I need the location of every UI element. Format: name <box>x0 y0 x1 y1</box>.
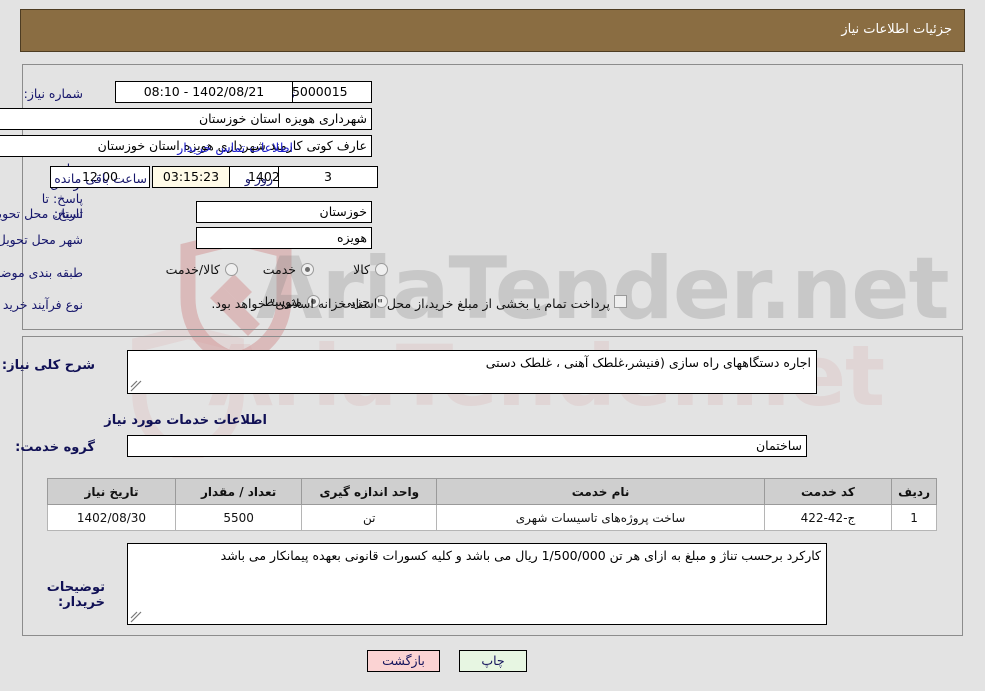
page-title: جزئیات اطلاعات نیاز <box>841 22 952 37</box>
category-option-label-khedmat: خدمت <box>262 262 296 277</box>
print-button[interactable]: چاپ <box>459 650 527 672</box>
category-radio-khedmat[interactable] <box>301 263 314 276</box>
services-section-heading: اطلاعات خدمات مورد نیاز <box>104 413 267 428</box>
category-label: طبقه بندی موضوعی: <box>0 265 83 280</box>
general-description-label: شرح کلی نیاز: <box>1 358 95 373</box>
delivery-city-label: شهر محل تحویل: <box>0 232 83 247</box>
buyer-notes-textarea[interactable]: کارکرد برحسب تناژ و مبلغ به ازای هر تن 1… <box>127 543 827 625</box>
resize-grip-icon-2[interactable] <box>130 611 142 623</box>
buyer-org-value: شهرداری هویزه استان خوزستان <box>0 108 372 130</box>
buyer-notes-label: توضیحات خریدار: <box>46 580 105 610</box>
delivery-province-label: استان محل تحویل: <box>0 206 83 221</box>
buyer-contact-link[interactable]: اطلاعات تماس خریدار <box>177 140 293 155</box>
delivery-city-value: هویزه <box>196 227 372 249</box>
announce-datetime-value: 1402/08/21 - 08:10 <box>115 81 293 103</box>
page-root: AriaTender.net AriaTender.net جزئیات اطل… <box>0 0 985 691</box>
need-number-label: شماره نیاز: <box>23 86 83 101</box>
deadline-days-value: 3 <box>278 166 378 188</box>
category-radio-kala[interactable] <box>375 263 388 276</box>
category-radio-kala-khedmat[interactable] <box>225 263 238 276</box>
treasury-bond-checkbox-label: پرداخت تمام یا بخشی از مبلغ خرید،از محل … <box>211 296 610 311</box>
category-option-label-kala-khedmat: کالا/خدمت <box>165 262 220 277</box>
service-group-value: ساختمان <box>127 435 807 457</box>
category-option-label-kala: کالا <box>353 262 370 277</box>
process-type-label: نوع فرآیند خرید : <box>0 297 83 312</box>
back-button[interactable]: بازگشت <box>367 650 440 672</box>
need-info-panel <box>22 64 963 330</box>
delivery-province-value: خوزستان <box>196 201 372 223</box>
general-description-textarea[interactable]: اجاره دستگاههای راه سازی (فنیشر،غلطک آهن… <box>127 350 817 394</box>
category-radio-group: کالا خدمت کالا/خدمت <box>110 260 390 280</box>
buyer-notes-text: کارکرد برحسب تناژ و مبلغ به ازای هر تن 1… <box>220 548 821 563</box>
page-header: جزئیات اطلاعات نیاز <box>20 9 965 52</box>
general-description-text: اجاره دستگاههای راه سازی (فنیشر،غلطک آهن… <box>485 355 811 370</box>
deadline-days-label: روز و <box>244 171 273 186</box>
resize-grip-icon[interactable] <box>130 380 142 392</box>
treasury-bond-checkbox[interactable] <box>614 295 627 308</box>
deadline-countdown-value: 03:15:23 <box>152 166 230 188</box>
deadline-remaining-label: ساعت باقی مانده <box>54 171 147 186</box>
service-group-label: گروه خدمت: <box>15 440 95 455</box>
